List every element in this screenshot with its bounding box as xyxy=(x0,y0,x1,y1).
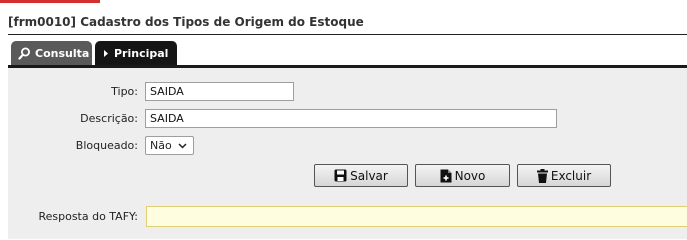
tab-consulta-label: Consulta xyxy=(35,46,90,60)
title-divider xyxy=(8,34,687,35)
header-accent-strip xyxy=(0,0,100,3)
descricao-label: Descrição: xyxy=(80,112,138,125)
tab-principal[interactable]: Principal xyxy=(95,41,177,65)
caret-right-icon xyxy=(102,49,110,58)
descricao-input[interactable] xyxy=(145,109,557,128)
bloqueado-label: Bloqueado: xyxy=(75,139,138,152)
salvar-button[interactable]: Salvar xyxy=(314,164,408,187)
trash-icon xyxy=(536,168,548,183)
tab-consulta[interactable]: Consulta xyxy=(11,41,92,65)
tipo-input[interactable] xyxy=(145,82,294,101)
page-title: [frm0010] Cadastro dos Tipos de Origem d… xyxy=(8,15,364,29)
novo-button[interactable]: Novo xyxy=(415,164,510,187)
bloqueado-value: Não xyxy=(150,139,172,152)
resposta-label: Resposta do TAFY: xyxy=(38,210,138,223)
new-document-icon xyxy=(440,169,452,183)
tipo-label: Tipo: xyxy=(111,85,138,98)
bloqueado-select[interactable]: Não xyxy=(145,136,194,155)
chevron-down-icon xyxy=(178,139,187,152)
resposta-tafy-field[interactable] xyxy=(146,206,687,227)
excluir-label: Excluir xyxy=(550,168,592,183)
tab-principal-label: Principal xyxy=(114,46,169,60)
excluir-button[interactable]: Excluir xyxy=(517,164,611,187)
novo-label: Novo xyxy=(454,168,486,183)
salvar-label: Salvar xyxy=(350,168,388,183)
search-icon xyxy=(18,47,31,60)
save-icon xyxy=(334,169,347,182)
